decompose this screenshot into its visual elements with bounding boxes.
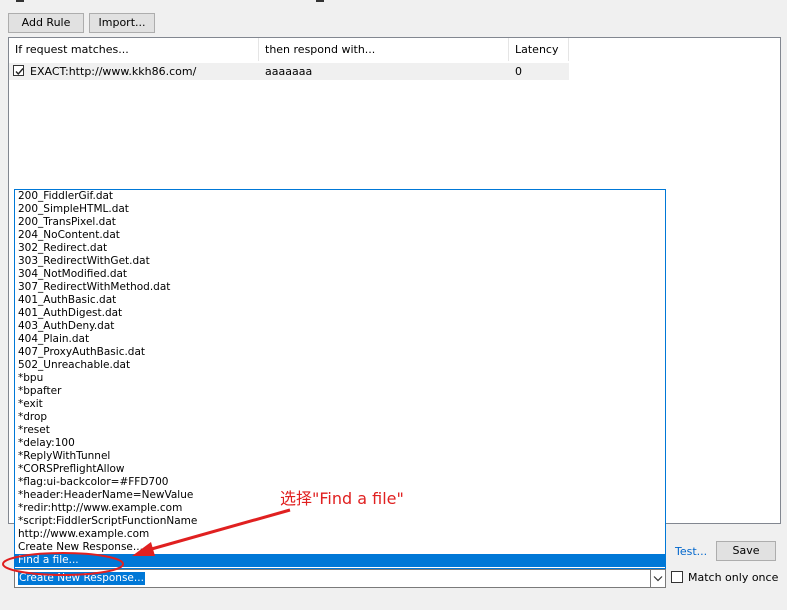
list-item[interactable]: *bpafter — [15, 385, 665, 398]
list-item[interactable]: 200_SimpleHTML.dat — [15, 203, 665, 216]
list-item[interactable]: *drop — [15, 411, 665, 424]
list-item[interactable]: 200_FiddlerGif.dat — [15, 190, 665, 203]
list-item[interactable]: *bpu — [15, 372, 665, 385]
list-item[interactable]: 303_RedirectWithGet.dat — [15, 255, 665, 268]
match-only-once-checkbox[interactable] — [671, 571, 683, 583]
add-rule-button[interactable]: Add Rule — [8, 13, 84, 33]
list-item[interactable]: Create New Response... — [15, 541, 665, 554]
list-item[interactable]: http://www.example.com — [15, 528, 665, 541]
list-item[interactable]: *script:FiddlerScriptFunctionName — [15, 515, 665, 528]
column-header-response[interactable]: then respond with... — [259, 38, 509, 61]
rule-match-cell: EXACT:http://www.kkh86.com/ — [30, 65, 197, 78]
list-item[interactable]: 403_AuthDeny.dat — [15, 320, 665, 333]
annotation-label: 选择"Find a file" — [280, 489, 404, 508]
list-item[interactable]: 404_Plain.dat — [15, 333, 665, 346]
chevron-down-icon — [653, 576, 663, 582]
list-item[interactable]: *reset — [15, 424, 665, 437]
list-item[interactable]: 407_ProxyAuthBasic.dat — [15, 346, 665, 359]
column-header-match[interactable]: If request matches... — [9, 38, 259, 61]
table-row[interactable]: EXACT:http://www.kkh86.com/ aaaaaaa 0 — [9, 63, 569, 80]
list-item[interactable]: *exit — [15, 398, 665, 411]
list-item[interactable]: Find a file... — [15, 554, 665, 567]
column-header-latency[interactable]: Latency — [509, 38, 569, 61]
list-item[interactable]: 304_NotModified.dat — [15, 268, 665, 281]
top-control-fragment — [16, 0, 24, 2]
list-item[interactable]: *delay:100 — [15, 437, 665, 450]
top-control-fragment — [316, 0, 324, 2]
list-item[interactable]: *CORSPreflightAllow — [15, 463, 665, 476]
list-item[interactable]: 302_Redirect.dat — [15, 242, 665, 255]
match-only-once-label: Match only once — [688, 571, 779, 584]
response-dropdown-list[interactable]: 200_FiddlerGif.dat 200_SimpleHTML.dat 200_… — [14, 189, 666, 569]
response-combobox[interactable]: Create New Response... — [14, 569, 666, 588]
rule-response-cell: aaaaaaa — [265, 65, 313, 78]
import-button[interactable]: Import... — [89, 13, 155, 33]
list-item[interactable]: 204_NoContent.dat — [15, 229, 665, 242]
rule-enabled-checkbox[interactable] — [13, 65, 24, 76]
checkmark-icon — [15, 68, 24, 76]
list-item[interactable]: 401_AuthDigest.dat — [15, 307, 665, 320]
list-item[interactable]: 307_RedirectWithMethod.dat — [15, 281, 665, 294]
list-item[interactable]: 401_AuthBasic.dat — [15, 294, 665, 307]
dropdown-toggle[interactable] — [650, 570, 665, 587]
list-item[interactable]: *ReplyWithTunnel — [15, 450, 665, 463]
list-item[interactable]: 502_Unreachable.dat — [15, 359, 665, 372]
response-combobox-value: Create New Response... — [18, 572, 145, 585]
test-link[interactable]: Test... — [675, 545, 707, 558]
save-button[interactable]: Save — [716, 541, 776, 561]
list-item[interactable]: 200_TransPixel.dat — [15, 216, 665, 229]
rule-latency-cell: 0 — [515, 65, 522, 78]
